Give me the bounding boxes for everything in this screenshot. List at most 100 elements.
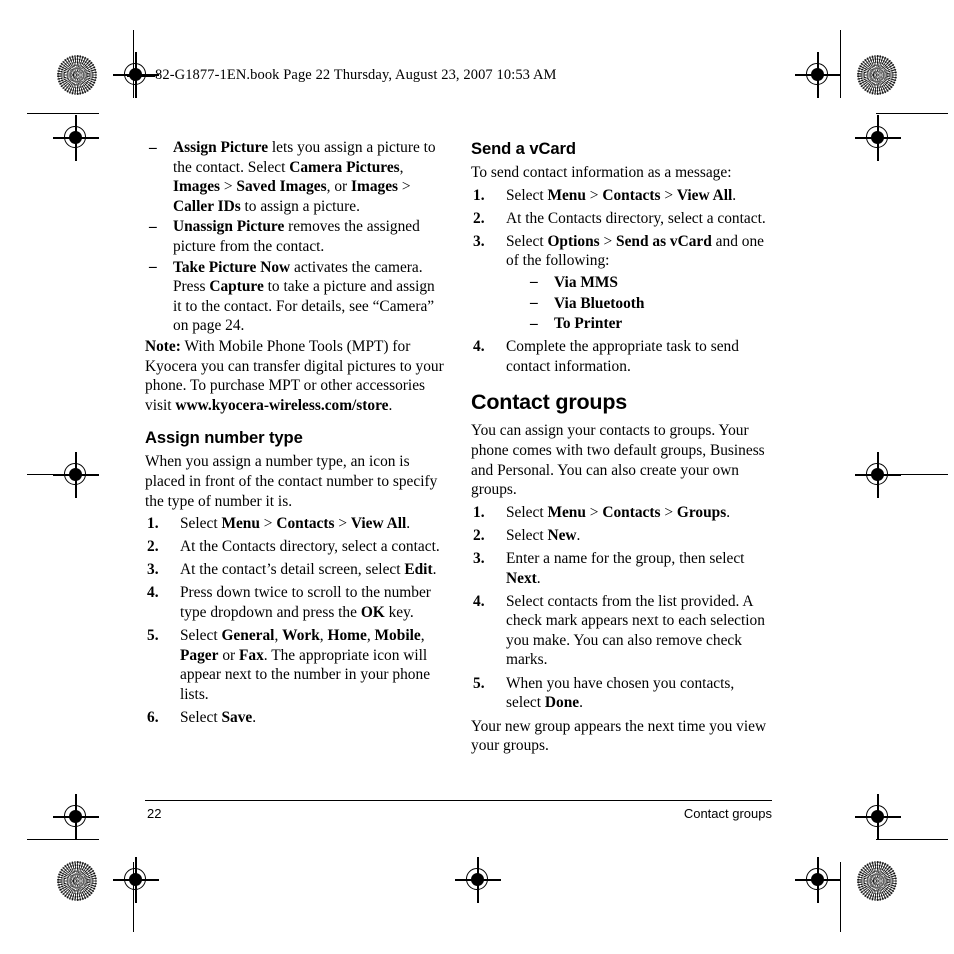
step-text: Select New. [506, 526, 581, 544]
heading-contact-groups: Contact groups [471, 390, 628, 415]
step-item: 2. Select New. [471, 526, 773, 546]
footer-page-number: 22 [147, 806, 162, 821]
send-method-label: To Printer [554, 315, 623, 333]
contact-groups-steps: 1. Select Menu > Contacts > Groups. 2. S… [471, 503, 773, 713]
rosette-mark-top-left [57, 55, 97, 95]
step-number: 4. [473, 338, 485, 356]
step-number: 2. [473, 526, 485, 544]
send-vcard-intro: To send contact information as a message… [471, 164, 732, 181]
step-text: At the Contacts directory, select a cont… [506, 209, 766, 227]
step-number: 5. [147, 627, 159, 645]
assign-number-type-steps: 1. Select Menu > Contacts > View All. 2.… [145, 514, 447, 727]
registration-target-mid-right [855, 452, 901, 498]
registration-target-upper-left-inner [53, 115, 99, 161]
note-paragraph: Note: With Mobile Phone Tools (MPT) for … [145, 337, 444, 414]
list-item: – To Printer [526, 314, 773, 334]
step-number: 2. [473, 209, 485, 227]
step-number: 6. [147, 708, 159, 726]
step-text: Select Menu > Contacts > Groups. [506, 503, 731, 521]
bullet-text: Unassign Picture removes the assigned pi… [173, 218, 420, 255]
list-item: – Take Picture Now activates the camera.… [145, 258, 447, 336]
dash-bullet-icon: – [149, 217, 157, 235]
left-column: – Assign Picture lets you assign a pictu… [145, 138, 447, 731]
dash-bullet-icon: – [530, 314, 538, 332]
registration-target-lower-right-inner [855, 794, 901, 840]
step-number: 5. [473, 674, 485, 692]
list-item: – Assign Picture lets you assign a pictu… [145, 138, 447, 216]
trim-rule-bottom-right-horizontal [876, 839, 948, 841]
step-number: 1. [473, 503, 485, 521]
step-item: 1. Select Menu > Contacts > Groups. [471, 503, 773, 523]
step-number: 4. [473, 592, 485, 610]
step-text: Press down twice to scroll to the number… [180, 584, 431, 621]
dash-bullet-icon: – [149, 138, 157, 156]
step-text: Enter a name for the group, then select … [506, 550, 745, 587]
step-item: 5. When you have chosen you contacts, se… [471, 674, 773, 713]
trim-rule-top-right-horizontal [876, 113, 948, 115]
step-item: 4. Complete the appropriate task to send… [471, 337, 773, 376]
step-number: 1. [147, 515, 159, 533]
footer-divider [145, 800, 772, 802]
trim-rule-mid-left-horizontal [27, 474, 77, 476]
heading-assign-number-type: Assign number type [145, 428, 303, 448]
registration-target-upper-right-inner [855, 115, 901, 161]
footer-section-title: Contact groups [683, 806, 772, 821]
dash-bullet-icon: – [149, 258, 157, 276]
right-column: Send a vCard To send contact information… [471, 138, 773, 758]
step-item: 3. Select Options > Send as vCard and on… [471, 232, 773, 334]
registration-target-top-left [113, 52, 159, 98]
step-item: 3. Enter a name for the group, then sele… [471, 549, 773, 588]
step-number: 2. [147, 538, 159, 556]
dash-bullet-icon: – [530, 273, 538, 291]
step-number: 4. [147, 584, 159, 602]
send-method-label: Via Bluetooth [554, 294, 645, 312]
step-item: 5. Select General, Work, Home, Mobile, P… [145, 626, 447, 704]
step-item: 1. Select Menu > Contacts > View All. [471, 186, 773, 206]
step-text: Select Save. [180, 708, 257, 726]
step-text: Select Menu > Contacts > View All. [180, 515, 411, 533]
send-method-label: Via MMS [554, 273, 618, 291]
list-item: – Via MMS [526, 273, 773, 293]
book-header-line: 82-G1877-1EN.book Page 22 Thursday, Augu… [127, 67, 557, 84]
step-text: Select Menu > Contacts > View All. [506, 186, 737, 204]
step-text: When you have chosen you contacts, selec… [506, 674, 735, 712]
dash-bullet-icon: – [530, 294, 538, 312]
step-number: 3. [147, 561, 159, 579]
trim-rule-right-vertical [840, 30, 842, 98]
rosette-mark-top-right [857, 55, 897, 95]
step-text: Complete the appropriate task to send co… [506, 338, 739, 375]
picture-options-list: – Assign Picture lets you assign a pictu… [145, 138, 447, 336]
bullet-text: Take Picture Now activates the camera. P… [173, 258, 435, 335]
rosette-mark-bottom-right [857, 861, 897, 901]
step-text: Select contacts from the list provided. … [506, 592, 765, 669]
registration-target-bottom-right [795, 857, 841, 903]
book-header-text: 82-G1877-1EN.book Page 22 Thursday, Augu… [155, 67, 557, 83]
step-text: Select General, Work, Home, Mobile, Page… [180, 627, 431, 703]
step-number: 3. [473, 232, 485, 250]
rosette-mark-bottom-left [57, 861, 97, 901]
trim-rule-left-vertical [133, 30, 135, 98]
list-item: – Via Bluetooth [526, 294, 773, 314]
trim-rule-right-vertical-bottom [840, 862, 842, 932]
trim-rule-bottom-left-horizontal [27, 839, 99, 841]
step-number: 1. [473, 186, 485, 204]
step-item: 4. Select contacts from the list provide… [471, 592, 773, 670]
trim-rule-left-vertical-bottom [133, 862, 135, 932]
assign-number-type-intro: When you assign a number type, an icon i… [145, 453, 438, 510]
trim-rule-top-left-horizontal [27, 113, 99, 115]
manual-page: 82-G1877-1EN.book Page 22 Thursday, Augu… [0, 0, 954, 954]
registration-target-bottom-center [455, 857, 501, 903]
step-text: At the contact’s detail screen, select E… [180, 561, 437, 579]
book-header-rule [127, 76, 155, 78]
trim-rule-mid-right-horizontal [898, 474, 948, 476]
contact-groups-intro: You can assign your contacts to groups. … [471, 422, 765, 499]
step-item: 2. At the Contacts directory, select a c… [471, 209, 773, 229]
step-number: 3. [473, 550, 485, 567]
heading-send-a-vcard: Send a vCard [471, 139, 576, 158]
step-item: 1. Select Menu > Contacts > View All. [145, 514, 447, 534]
step-text: Select Options > Send as vCard and one o… [506, 232, 764, 270]
bullet-text: Assign Picture lets you assign a picture… [173, 139, 436, 215]
list-item: – Unassign Picture removes the assigned … [145, 217, 447, 256]
registration-target-lower-left-inner [53, 794, 99, 840]
step-item: 2. At the Contacts directory, select a c… [145, 537, 447, 557]
